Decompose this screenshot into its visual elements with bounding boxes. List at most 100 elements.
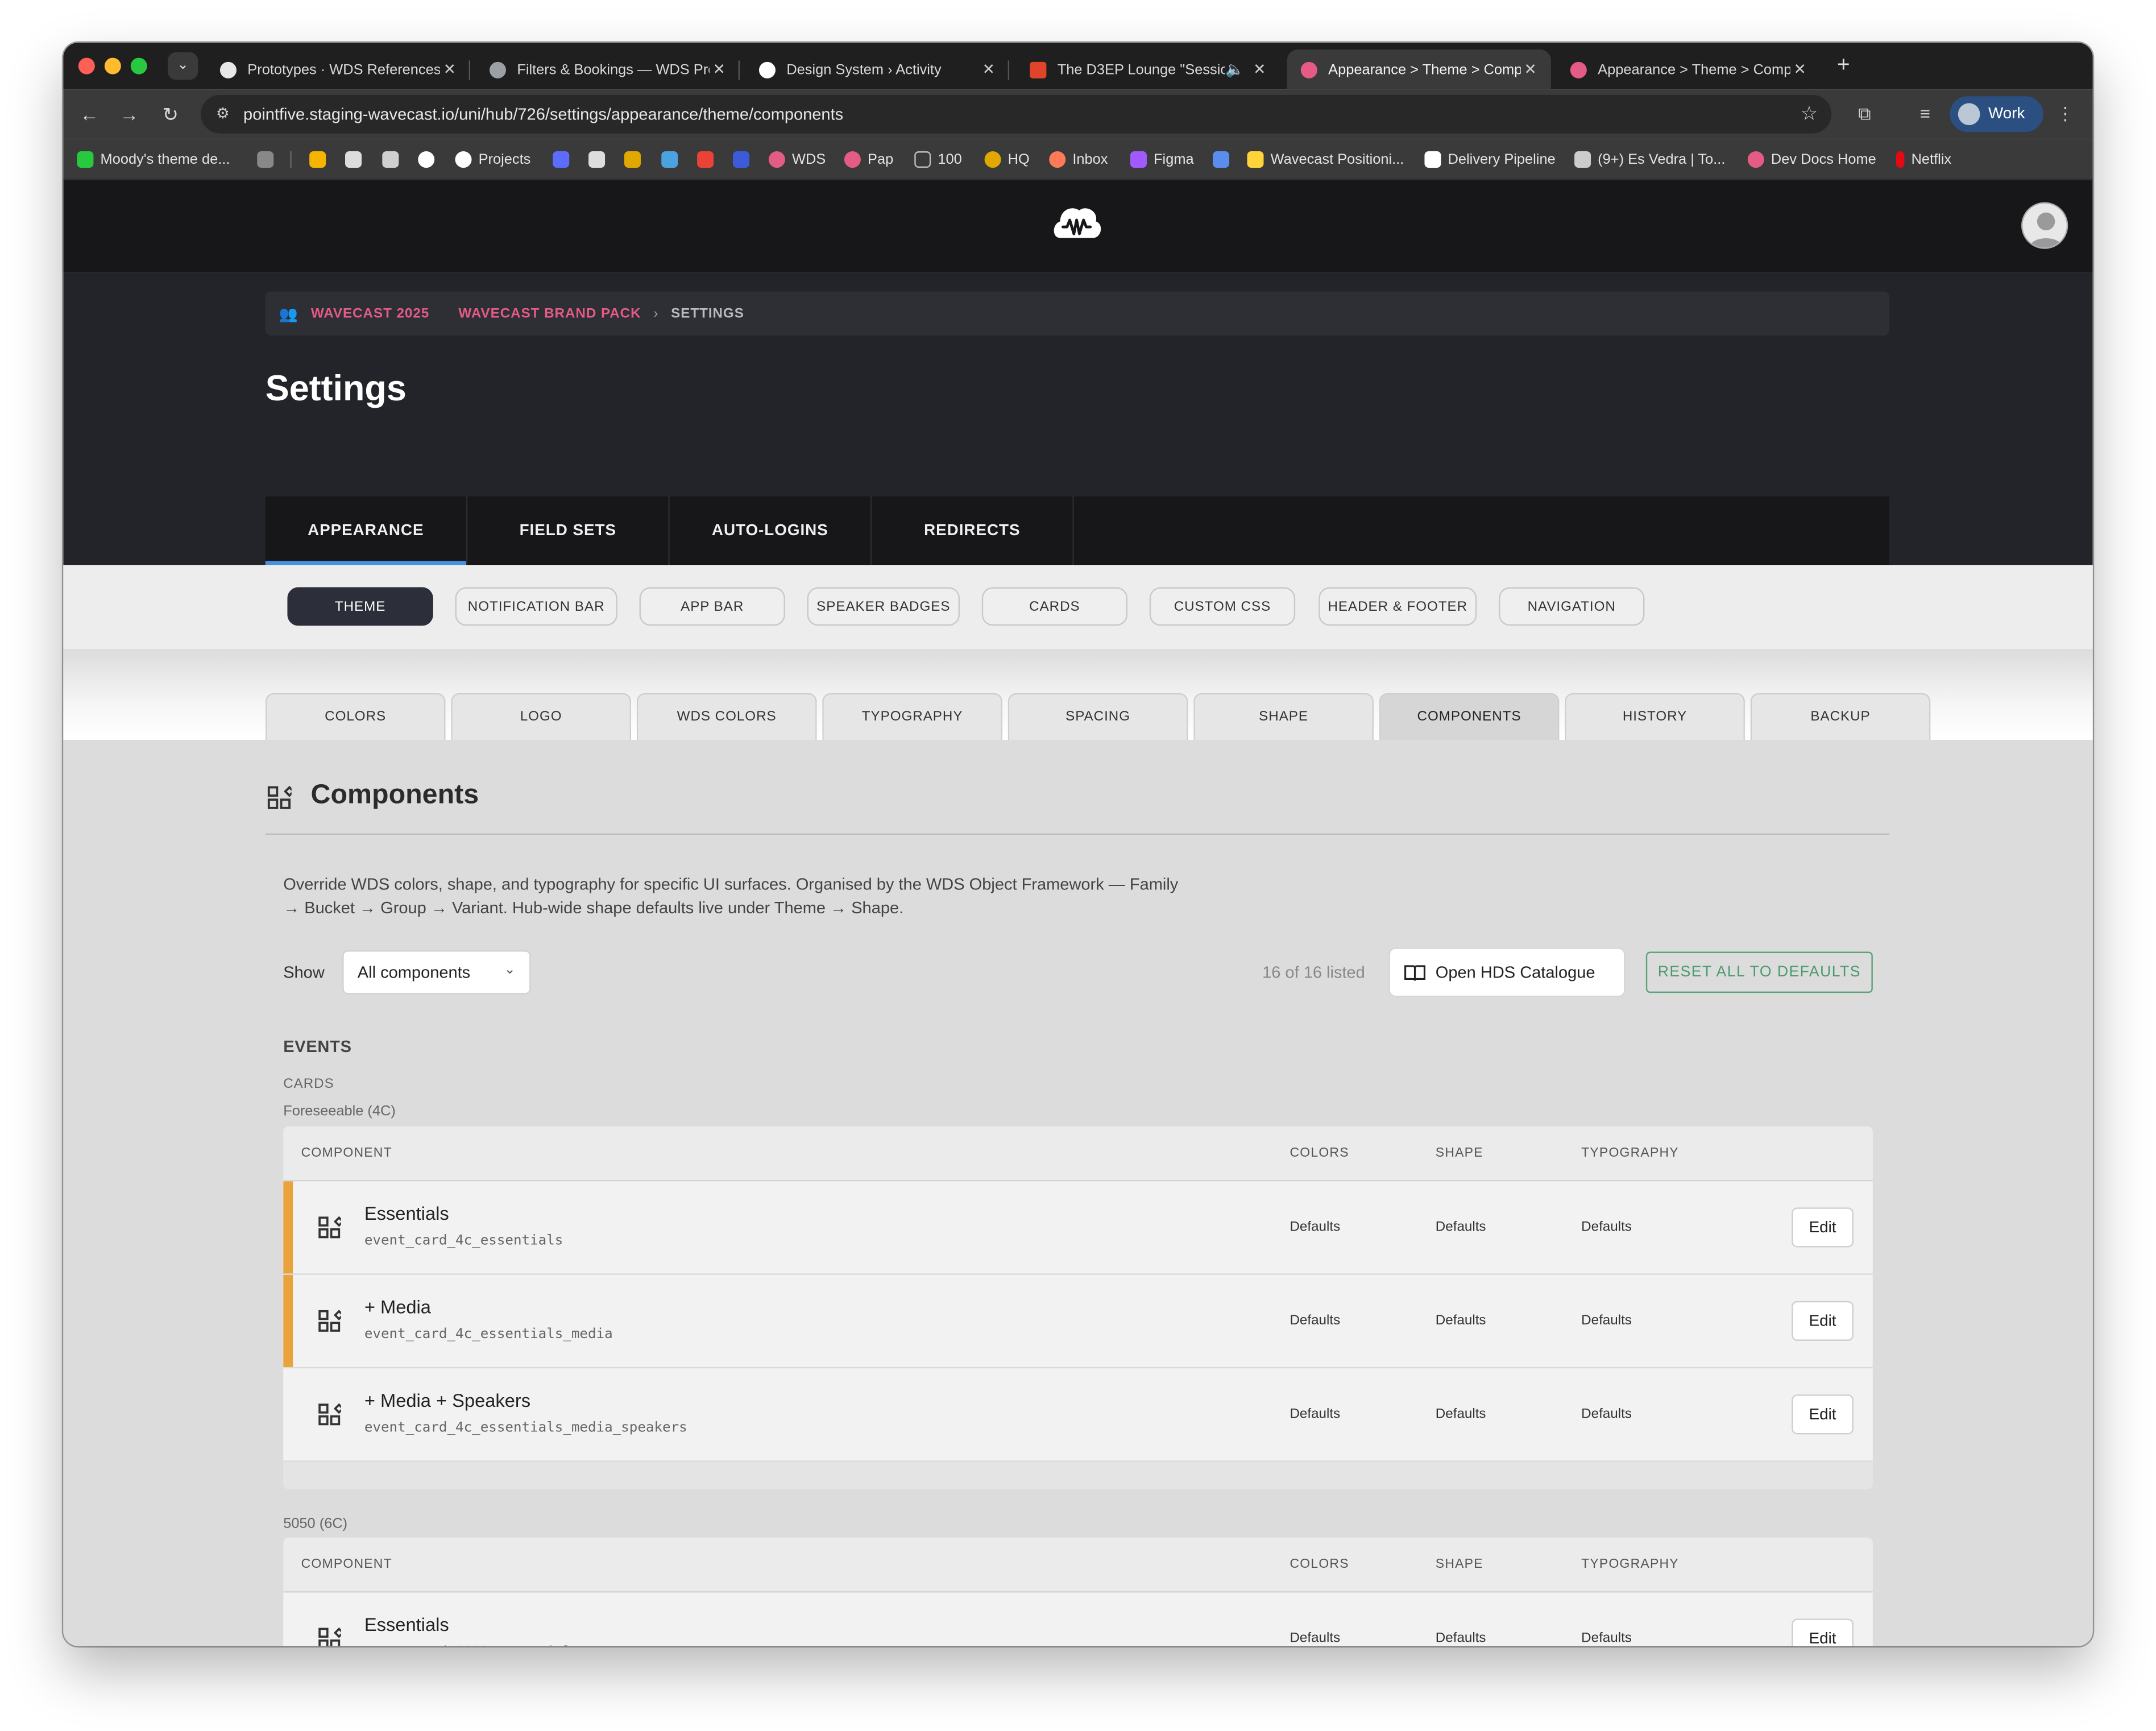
edit-button[interactable]: Edit (1792, 1301, 1854, 1341)
browser-tab[interactable]: Filters & Bookings — WDS Prototypes ✕ (476, 49, 740, 89)
tab-appearance[interactable]: APPEARANCE (265, 496, 468, 565)
bookmark-item[interactable]: Pap (844, 148, 893, 171)
breadcrumb-link-event[interactable]: WAVECAST 2025 (311, 306, 429, 321)
bookmark-item[interactable]: Netflix (1896, 148, 1951, 171)
bookmark-star-icon[interactable]: ☆ (1801, 102, 1818, 125)
theme-tab-wds-colors[interactable]: WDS COLORS (636, 693, 817, 740)
theme-tab-history[interactable]: HISTORY (1565, 693, 1745, 740)
notion-icon[interactable] (345, 148, 362, 171)
tab-close-icon[interactable]: ✕ (979, 60, 998, 78)
subnav-speaker-badges[interactable]: SPEAKER BADGES (807, 587, 960, 626)
profile-chip[interactable]: Work (1950, 96, 2043, 132)
table-row: Essentials event_card_4c_essentials Defa… (283, 1181, 1873, 1275)
pap-icon (844, 151, 861, 168)
shape-value: Defaults (1435, 1220, 1486, 1235)
tab-redirects[interactable]: REDIRECTS (872, 496, 1074, 565)
tab-field-sets[interactable]: FIELD SETS (467, 496, 670, 565)
back-icon[interactable]: ← (76, 102, 103, 127)
drive-icon[interactable] (309, 148, 326, 171)
theme-tab-logo[interactable]: LOGO (451, 693, 632, 740)
listed-count: 16 of 16 listed (1262, 962, 1365, 982)
tab-close-icon[interactable]: ✕ (1250, 60, 1269, 78)
theme-tab-spacing[interactable]: SPACING (1007, 693, 1188, 740)
bookmark-item[interactable]: (9+) Es Vedra | To... (1574, 148, 1725, 171)
tab-search-chevron-icon[interactable]: ⌄ (168, 52, 198, 80)
tab-close-icon[interactable]: ✕ (440, 60, 459, 78)
bookmark-item[interactable]: Dev Docs Home (1747, 148, 1876, 171)
loom-icon[interactable] (1213, 148, 1230, 171)
theme-tab-components[interactable]: COMPONENTS (1379, 693, 1560, 740)
more-menu-icon[interactable]: ⋮ (2051, 102, 2079, 127)
forward-icon[interactable]: → (115, 102, 143, 127)
theme-tab-shape[interactable]: SHAPE (1193, 693, 1374, 740)
bookmark-item[interactable]: WDS (768, 148, 826, 171)
breadcrumb-link-hub[interactable]: WAVECAST BRAND PACK (458, 306, 641, 321)
extensions-icon[interactable]: ⧉ (1851, 102, 1878, 127)
url-text[interactable]: pointfive.staging-wavecast.io/uni/hub/72… (243, 103, 843, 125)
browser-tab-active[interactable]: Appearance > Theme > Components ✕ (1287, 49, 1551, 90)
component-name: Essentials (364, 1614, 449, 1635)
browser-tab[interactable]: Prototypes · WDS References ✕ (206, 49, 471, 89)
show-filter-label: Show (283, 962, 325, 982)
tab-close-icon[interactable]: ✕ (710, 60, 729, 78)
browser-tab[interactable]: Appearance > Theme > Components ✕ (1557, 49, 1821, 89)
subnav-cards[interactable]: CARDS (981, 587, 1128, 626)
subnav-header-footer[interactable]: HEADER & FOOTER (1319, 587, 1477, 626)
bookmark-item[interactable]: Figma (1130, 148, 1194, 171)
typography-value: Defaults (1581, 1313, 1632, 1329)
tab-close-icon[interactable]: ✕ (1521, 60, 1540, 78)
open-catalogue-button[interactable]: Open HDS Catalogue (1388, 947, 1626, 997)
browser-tab[interactable]: Design System › Activity ✕ (745, 49, 1010, 89)
bookmark-item[interactable]: HQ (984, 148, 1030, 171)
user-avatar[interactable] (2021, 202, 2068, 249)
new-tab-button[interactable]: + (1837, 52, 1850, 80)
subnav-notification-bar[interactable]: NOTIFICATION BAR (455, 587, 617, 626)
wavecast-logo-icon[interactable] (1049, 200, 1104, 255)
site-settings-icon[interactable]: ⚙ (212, 103, 234, 125)
subnav-custom-css[interactable]: CUSTOM CSS (1149, 587, 1296, 626)
bookmark-item[interactable]: Inbox (1049, 148, 1108, 171)
bookmark-item[interactable]: 100 (914, 148, 962, 171)
theme-tabs: COLORS LOGO WDS COLORS TYPOGRAPHY SPACIN… (265, 693, 1931, 740)
edit-button[interactable]: Edit (1792, 1207, 1854, 1248)
bookmark-item[interactable]: Moody's theme de... (77, 148, 230, 171)
browser-tab[interactable]: The D3EP Lounge "Session" 🔈 ✕ (1016, 49, 1280, 89)
subnav-theme[interactable]: THEME (287, 587, 433, 626)
edit-button[interactable]: Edit (1792, 1394, 1854, 1435)
slack-icon[interactable] (661, 148, 678, 171)
layers-icon[interactable] (382, 148, 399, 171)
reload-icon[interactable]: ↻ (157, 102, 184, 127)
reading-list-icon[interactable]: ≡ (1912, 102, 1939, 127)
tab-close-icon[interactable]: ✕ (1790, 60, 1810, 78)
theme-tab-backup[interactable]: BACKUP (1750, 693, 1931, 740)
app-header (63, 180, 2093, 272)
link-icon[interactable] (553, 148, 570, 171)
theme-tab-typography[interactable]: TYPOGRAPHY (822, 693, 1003, 740)
gmail-icon[interactable] (697, 148, 714, 171)
show-filter-select[interactable]: All components ⌄ (342, 950, 531, 995)
group-heading: 5050 (6C) (283, 1515, 348, 1533)
bookmark-item[interactable]: Projects (455, 148, 530, 171)
openai-icon[interactable] (418, 148, 435, 171)
apps-grid-icon[interactable] (257, 148, 274, 171)
tab-auto-logins[interactable]: AUTO-LOGINS (670, 496, 872, 565)
edit-button[interactable]: Edit (1792, 1618, 1854, 1646)
speaker-icon[interactable]: 🔈 (1225, 60, 1245, 78)
figma-icon (1130, 151, 1147, 168)
close-window-button[interactable] (78, 57, 95, 74)
bookmark-item[interactable]: Delivery Pipeline (1424, 148, 1556, 171)
miro-icon[interactable] (588, 148, 606, 171)
bookmark-item[interactable]: Wavecast Positioni... (1247, 148, 1404, 171)
browser-window: ⌄ Prototypes · WDS References ✕ Filters … (63, 42, 2093, 1646)
minimize-window-button[interactable] (104, 57, 121, 74)
zoom-window-button[interactable] (130, 57, 147, 74)
calendar-icon[interactable] (624, 148, 641, 171)
address-bar[interactable]: ⚙ pointfive.staging-wavecast.io/uni/hub/… (201, 94, 1832, 134)
hubspot-icon (1049, 151, 1066, 168)
reset-all-button[interactable]: RESET ALL TO DEFAULTS (1645, 951, 1873, 993)
subnav-app-bar[interactable]: APP BAR (639, 587, 785, 626)
column-header-colors: COLORS (1290, 1556, 1349, 1572)
theme-tab-colors[interactable]: COLORS (265, 693, 446, 740)
subnav-navigation[interactable]: NAVIGATION (1499, 587, 1645, 626)
calendar-3-icon[interactable] (733, 148, 750, 171)
